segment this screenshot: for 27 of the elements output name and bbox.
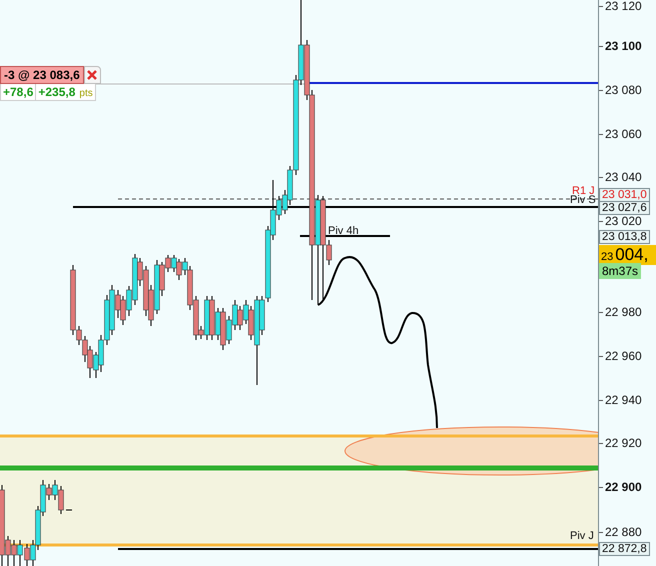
total-value: +235,8 — [38, 85, 76, 99]
order-tag[interactable]: -3 @ 23 083,6 — [0, 66, 84, 84]
price-tag: 22 872,8 — [599, 542, 650, 556]
line-label: Piv J — [570, 530, 594, 542]
line-label: Piv 4h — [328, 225, 359, 237]
axis-label: 23 060 — [605, 128, 642, 140]
axis-label: 22 920 — [605, 437, 642, 449]
axis-label: 22 960 — [605, 350, 642, 362]
axis-label: 23 100 — [605, 40, 642, 52]
axis-label: 23 020 — [605, 215, 642, 227]
line-label: Piv S — [570, 194, 596, 206]
price-tag: 23 013,8 — [599, 230, 650, 244]
close-icon — [87, 70, 98, 80]
price-tag: 23 027,6 — [599, 201, 650, 215]
points-value: +78,6 — [1, 84, 36, 100]
axis-label: 22 980 — [605, 306, 642, 318]
axis-label: 22 900 — [605, 481, 642, 493]
axis-label: 23 080 — [605, 84, 642, 96]
axis-label: 23 040 — [605, 171, 642, 183]
close-button[interactable] — [84, 66, 101, 84]
current-price-tag: 23 004, — [599, 245, 656, 265]
unit-label: pts — [79, 88, 93, 99]
axis-label: 22 940 — [605, 394, 642, 406]
countdown-timer: 8m37s — [599, 263, 642, 279]
axis-label: 22 880 — [605, 526, 642, 538]
price-tag: 23 031,0 — [599, 188, 650, 202]
axis-label: 23 120 — [605, 0, 642, 12]
